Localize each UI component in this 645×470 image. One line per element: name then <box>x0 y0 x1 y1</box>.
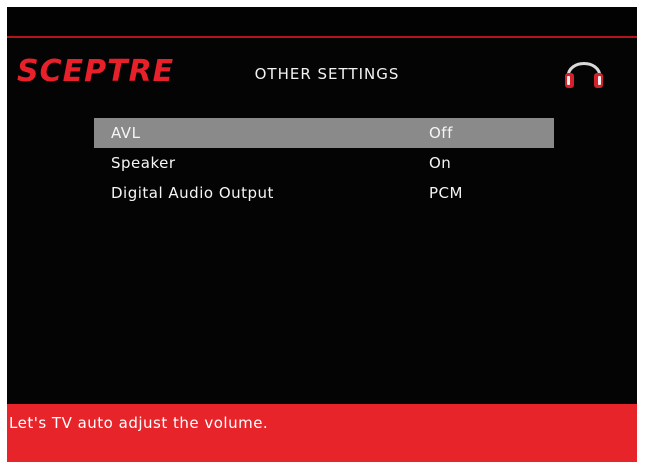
menu-item-value: Off <box>429 124 453 142</box>
page-title: OTHER SETTINGS <box>254 65 400 83</box>
sceptre-logo: SCEPTRE <box>17 55 174 85</box>
headphones-icon <box>565 62 603 88</box>
settings-menu: AVL Off Speaker On Digital Audio Output … <box>94 118 554 208</box>
menu-item-digital-audio-output[interactable]: Digital Audio Output PCM <box>94 178 554 208</box>
help-text: Let's TV auto adjust the volume. <box>9 414 269 432</box>
tv-screen: SCEPTRE OTHER SETTINGS AVL Off Speaker O… <box>7 7 637 462</box>
menu-item-value: PCM <box>429 184 463 202</box>
menu-item-label: Digital Audio Output <box>111 184 274 202</box>
top-bar <box>7 7 637 36</box>
menu-item-value: On <box>429 154 452 172</box>
menu-item-label: Speaker <box>111 154 176 172</box>
help-bar: Let's TV auto adjust the volume. <box>7 404 637 462</box>
logo-text: SCEPTRE <box>17 55 174 85</box>
menu-item-speaker[interactable]: Speaker On <box>94 148 554 178</box>
menu-item-label: AVL <box>111 124 141 142</box>
menu-item-avl[interactable]: AVL Off <box>94 118 554 148</box>
top-divider <box>7 36 637 38</box>
